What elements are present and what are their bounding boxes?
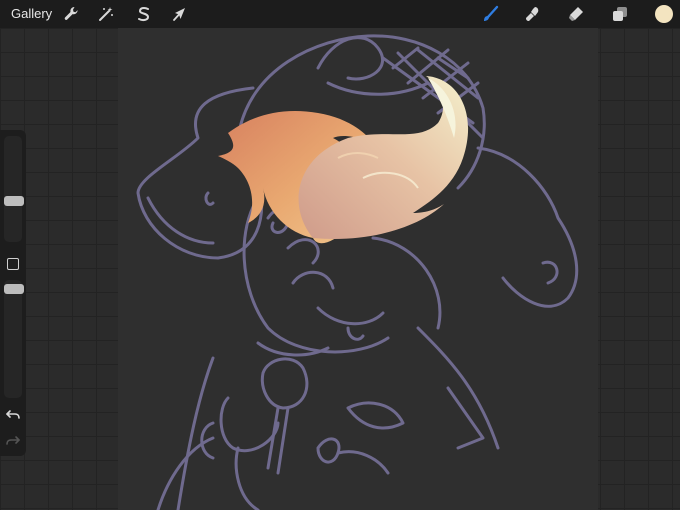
brush-size-slider-thumb[interactable] <box>4 195 24 206</box>
drawing-canvas[interactable] <box>118 28 598 510</box>
selection-s-icon[interactable] <box>134 4 154 24</box>
painted-hair-tuft <box>218 76 469 244</box>
top-toolbar: Gallery <box>0 0 680 28</box>
layers-icon[interactable] <box>610 4 630 24</box>
eraser-icon[interactable] <box>566 4 586 24</box>
brush-icon[interactable] <box>480 4 500 24</box>
wrench-icon[interactable] <box>61 4 81 24</box>
opacity-slider-thumb[interactable] <box>4 284 24 295</box>
magic-wand-icon[interactable] <box>96 4 116 24</box>
opacity-slider[interactable] <box>4 280 22 398</box>
square-icon[interactable] <box>7 258 19 270</box>
gallery-button[interactable]: Gallery <box>11 6 52 22</box>
color-swatch[interactable] <box>655 5 673 23</box>
undo-icon[interactable] <box>5 406 21 422</box>
left-sidebar <box>0 130 26 456</box>
arrow-cursor-icon[interactable] <box>170 4 190 24</box>
brush-size-slider[interactable] <box>4 136 22 242</box>
sketch-artwork <box>136 34 579 510</box>
redo-icon[interactable] <box>5 432 21 448</box>
smudge-icon[interactable] <box>523 4 543 24</box>
